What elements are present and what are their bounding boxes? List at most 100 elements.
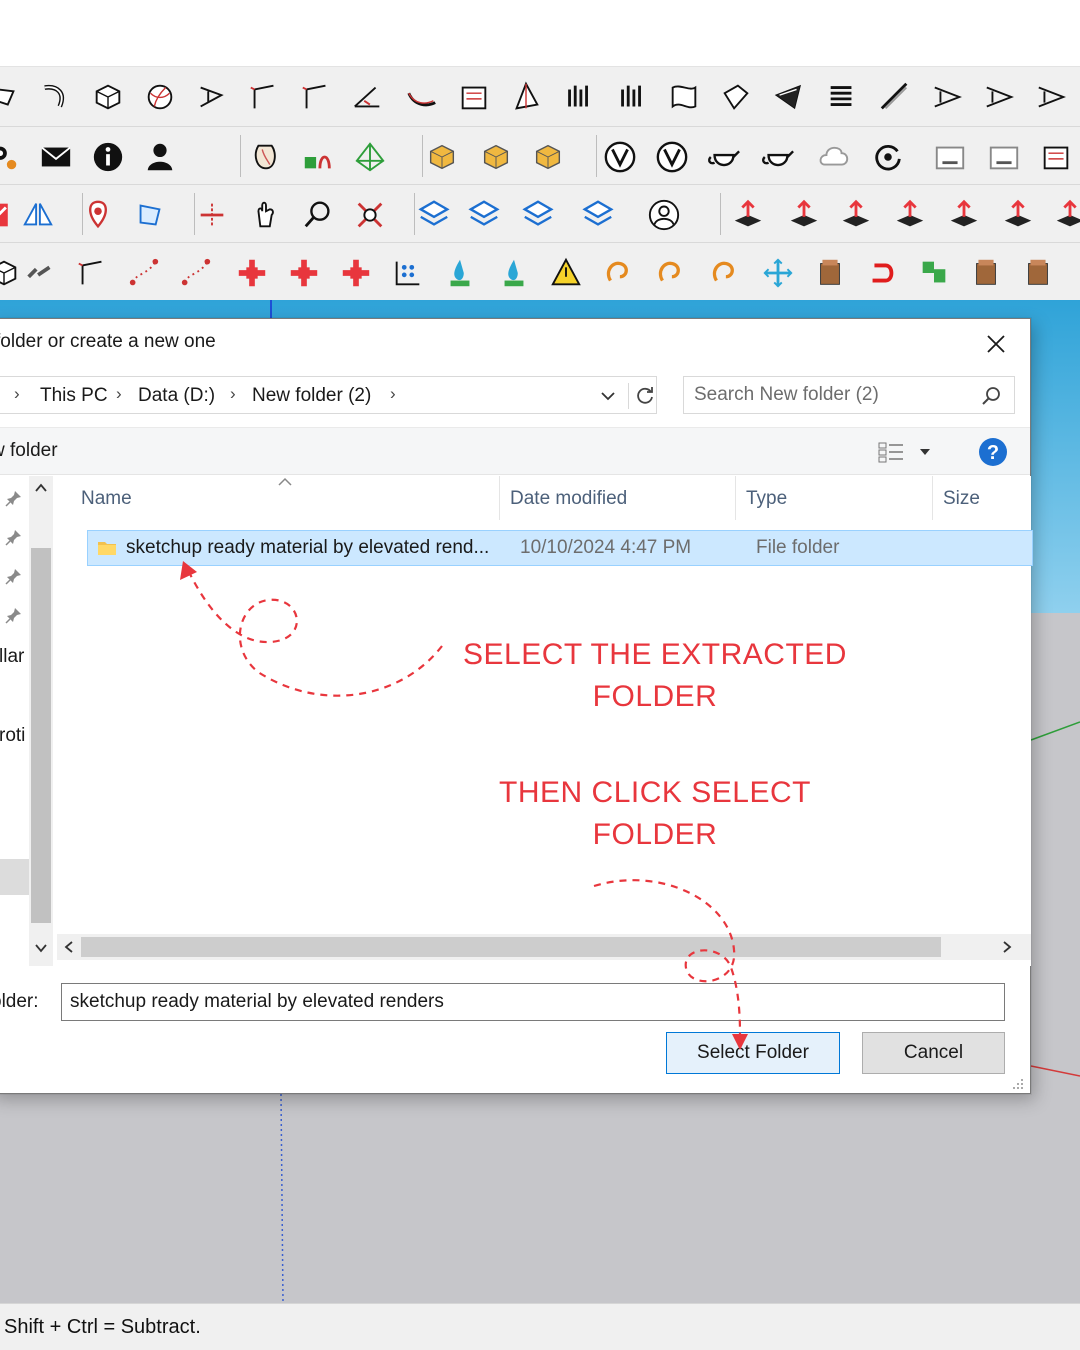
sphere-icon[interactable] [142,79,178,115]
render-icon[interactable] [986,139,1022,175]
surface-icon[interactable] [718,79,754,115]
mirror-icon[interactable] [20,197,56,233]
columns-icon[interactable] [561,79,597,115]
user-icon[interactable] [142,139,178,175]
box-icon[interactable] [90,79,126,115]
mail-icon[interactable] [38,139,74,175]
grid-icon[interactable] [390,255,426,291]
chevron-down-icon[interactable] [598,386,618,406]
layer-icon[interactable] [520,197,556,233]
push-icon[interactable] [946,197,982,233]
curve-icon[interactable] [404,79,440,115]
drape-icon[interactable] [666,79,702,115]
nav-item-selected[interactable] [0,859,29,895]
stack-icon[interactable] [824,79,860,115]
column-header-type[interactable]: Type [746,488,787,510]
search-box[interactable] [683,376,1015,414]
bucket-icon[interactable] [1020,255,1056,291]
pin-icon[interactable] [80,197,116,233]
select-icon[interactable] [132,197,168,233]
stair-icon[interactable] [982,79,1018,115]
chevron-right-icon[interactable] [999,939,1015,955]
box-icon[interactable] [0,255,22,291]
help-icon[interactable]: ? [978,437,1008,467]
pin-icon[interactable] [5,489,23,507]
nav-scrollbar[interactable] [29,476,53,966]
nav-item[interactable]: llar [0,646,24,668]
teapot-icon[interactable] [706,139,742,175]
close-button[interactable] [981,329,1011,359]
stair-icon[interactable] [930,79,966,115]
table-row[interactable]: sketchup ready material by elevated rend… [87,530,1033,566]
nav-item[interactable]: roti [0,725,25,747]
angle-icon[interactable] [350,79,386,115]
columns-icon[interactable] [614,79,650,115]
chevron-left-icon[interactable] [61,939,77,955]
pipe-icon[interactable] [38,79,74,115]
drop-icon[interactable] [496,255,532,291]
loop-icon[interactable] [652,255,688,291]
chevron-down-icon[interactable] [33,940,49,956]
search-icon[interactable] [300,197,336,233]
hand-icon[interactable] [248,197,284,233]
plane-icon[interactable] [771,79,807,115]
vray-icon[interactable] [654,139,690,175]
pin-icon[interactable] [5,606,23,624]
layer-icon[interactable] [580,197,616,233]
warning-icon[interactable] [548,255,584,291]
new-folder-button[interactable]: w folder [0,440,58,462]
person-icon[interactable] [646,197,682,233]
view-options-icon[interactable] [877,440,905,464]
slope-icon[interactable] [877,79,913,115]
shape-icon[interactable] [508,79,544,115]
arrow-icon[interactable] [0,197,22,233]
chain-icon[interactable] [22,255,58,291]
breadcrumb-drive[interactable]: Data (D:) [138,385,215,407]
push-icon[interactable] [730,197,766,233]
expand-icon[interactable] [352,197,388,233]
drop-icon[interactable] [442,255,478,291]
stair-icon[interactable] [1034,79,1070,115]
frame-icon[interactable] [456,79,492,115]
flow-icon[interactable] [194,79,230,115]
sandbox-icon[interactable] [248,139,284,175]
cube-icon[interactable] [478,139,514,175]
push-icon[interactable] [1052,197,1080,233]
horizontal-scrollbar[interactable] [57,934,1031,960]
scrollbar-thumb[interactable] [31,548,51,923]
caret-down-icon[interactable] [917,444,933,460]
teapot-icon[interactable] [760,139,796,175]
column-header-name[interactable]: Name [81,488,132,510]
cube-icon[interactable] [530,139,566,175]
column-divider[interactable] [735,476,736,520]
bucket-icon[interactable] [812,255,848,291]
loop-icon[interactable] [600,255,636,291]
bucket-icon[interactable] [968,255,1004,291]
render-icon[interactable] [932,139,968,175]
cross-icon[interactable] [286,255,322,291]
resize-grip-icon[interactable] [1011,1077,1025,1091]
tools-icon[interactable] [300,139,336,175]
folder-name-input[interactable] [61,983,1005,1021]
cancel-button[interactable]: Cancel [862,1032,1005,1074]
pin-icon[interactable] [5,528,23,546]
search-input[interactable] [694,377,974,413]
point-icon[interactable] [126,255,162,291]
refresh-button[interactable] [628,383,654,409]
scrollbar-thumb[interactable] [81,937,941,957]
column-header-size[interactable]: Size [943,488,980,510]
puzzle-icon[interactable] [916,255,952,291]
mesh-icon[interactable] [352,139,388,175]
cross-icon[interactable] [234,255,270,291]
loop-icon[interactable] [706,255,742,291]
corner-icon[interactable] [298,79,334,115]
layer-icon[interactable] [466,197,502,233]
push-icon[interactable] [786,197,822,233]
move-icon[interactable] [760,255,796,291]
corner-icon[interactable] [74,255,110,291]
cube-icon[interactable] [424,139,460,175]
search-icon[interactable] [980,385,1002,407]
column-divider[interactable] [499,476,500,520]
layer-icon[interactable] [416,197,452,233]
cloud-icon[interactable] [816,139,852,175]
